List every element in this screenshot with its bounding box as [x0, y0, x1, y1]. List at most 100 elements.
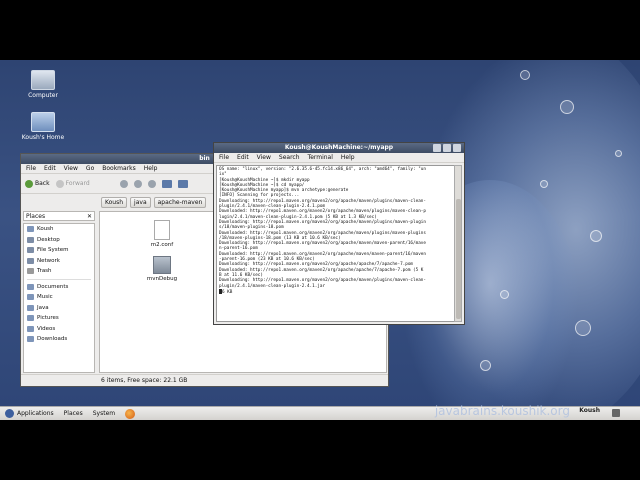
menu-view[interactable]: View: [257, 154, 271, 161]
file-item[interactable]: m2.conf: [142, 220, 182, 248]
sidebar-item-pictures[interactable]: Pictures: [24, 313, 94, 324]
close-icon[interactable]: ✕: [87, 213, 92, 220]
maximize-icon[interactable]: [443, 144, 451, 152]
home-icon[interactable]: [161, 179, 172, 188]
sidebar-item-file-system[interactable]: File System: [24, 245, 94, 256]
back-button[interactable]: Back: [25, 179, 50, 188]
window-controls: [433, 144, 461, 152]
firefox-launcher[interactable]: [120, 408, 140, 419]
breadcrumb-java[interactable]: java: [130, 196, 151, 208]
file-name: m2.conf: [150, 242, 174, 248]
sidebar-item-label: File System: [37, 247, 69, 254]
network-icon: [27, 257, 34, 264]
terminal-menubar: File Edit View Search Terminal Help: [214, 153, 464, 163]
sidebar-item-label: Java: [37, 304, 49, 311]
gnome-foot-icon: [5, 409, 14, 418]
folder-icon: [27, 283, 34, 290]
sidebar-item-desktop[interactable]: Desktop: [24, 235, 94, 246]
minimize-icon[interactable]: [433, 144, 441, 152]
status-bar: 6 items, Free space: 22.1 GB: [21, 374, 388, 386]
places-selector[interactable]: Places ✕: [23, 211, 95, 221]
menu-search[interactable]: Search: [279, 154, 300, 161]
home-folder-icon: [31, 112, 55, 132]
folder-icon: [27, 325, 34, 332]
forward-button[interactable]: Forward: [55, 179, 90, 188]
drive-icon: [27, 247, 34, 254]
sidebar-item-koush[interactable]: Koush: [24, 224, 94, 235]
volume-icon[interactable]: [612, 409, 620, 417]
menu-view[interactable]: View: [64, 165, 78, 172]
user-name[interactable]: Koush: [579, 407, 600, 414]
wallpaper-bubble: [560, 100, 574, 114]
folder-icon: [27, 336, 34, 343]
firefox-icon: [125, 408, 136, 419]
close-icon[interactable]: [453, 144, 461, 152]
desktop-icon-home[interactable]: Koush's Home: [18, 112, 68, 141]
wallpaper-bubble: [615, 150, 622, 157]
file-name: mvnDebug: [146, 276, 178, 282]
folder-icon: [27, 304, 34, 311]
terminal-line: Downloaded: http://repo1.maven.org/maven…: [219, 209, 426, 215]
sidebar-divider: [27, 278, 91, 280]
terminal-line: 6 KB: [219, 288, 452, 295]
window-title: Koush@KoushMachine:~/myapp: [284, 144, 394, 151]
sidebar-item-downloads[interactable]: Downloads: [24, 334, 94, 345]
back-arrow-icon: [25, 179, 33, 188]
terminal-window: Koush@KoushMachine:~/myapp File Edit Vie…: [213, 142, 465, 325]
menu-bookmarks[interactable]: Bookmarks: [102, 165, 136, 172]
terminal-line: OS name: "linux", version: "2.6.35.6-45.…: [219, 167, 426, 172]
stop-icon[interactable]: [133, 179, 142, 188]
up-icon[interactable]: [119, 179, 128, 188]
desktop-icon-computer[interactable]: Computer: [18, 70, 68, 99]
menu-edit[interactable]: Edit: [237, 154, 249, 161]
terminal-output[interactable]: OS name: "linux", version: "2.6.35.6-45.…: [216, 165, 455, 322]
sidebar-item-trash[interactable]: Trash: [24, 266, 94, 277]
places-menu-label: Places: [63, 410, 83, 417]
wallpaper-bubble: [500, 290, 509, 299]
wallpaper-bubble: [480, 360, 491, 371]
breadcrumb-koush[interactable]: Koush: [101, 196, 128, 208]
terminal-titlebar: Koush@KoushMachine:~/myapp: [214, 143, 464, 153]
sidebar-item-music[interactable]: Music: [24, 292, 94, 303]
desktop-icon: [27, 236, 34, 243]
wallpaper-bubble: [540, 180, 548, 188]
sidebar-item-label: Documents: [37, 283, 69, 290]
sidebar-item-label: Downloads: [37, 336, 68, 343]
file-item[interactable]: mvnDebug: [142, 256, 182, 282]
sidebar-item-documents[interactable]: Documents: [24, 282, 94, 293]
menu-help[interactable]: Help: [341, 154, 355, 161]
terminal-progress-text: 6 KB: [222, 289, 233, 295]
terminal-line: Downloading: http://repo1.maven.org/mave…: [219, 278, 426, 284]
menu-terminal[interactable]: Terminal: [308, 154, 333, 161]
menu-edit[interactable]: Edit: [44, 165, 56, 172]
sidebar-item-label: Desktop: [37, 236, 60, 243]
back-label: Back: [35, 180, 50, 187]
terminal-scrollbar[interactable]: [454, 165, 462, 322]
executable-icon: [153, 256, 171, 274]
places-menu[interactable]: Places: [59, 410, 88, 417]
folder-icon: [27, 294, 34, 301]
sidebar-item-label: Network: [37, 257, 60, 264]
trash-icon: [27, 268, 34, 275]
sidebar-item-videos[interactable]: Videos: [24, 324, 94, 335]
menu-go[interactable]: Go: [86, 165, 94, 172]
folder-icon: [27, 315, 34, 322]
reload-icon[interactable]: [147, 179, 156, 188]
computer-toolbar-icon[interactable]: [177, 179, 188, 188]
sidebar-item-label: Videos: [37, 325, 56, 332]
breadcrumb-apache-maven[interactable]: apache-maven: [153, 196, 207, 208]
sidebar-item-label: Koush: [37, 226, 54, 233]
text-file-icon: [154, 220, 170, 240]
places-label: Places: [26, 212, 46, 220]
menu-file[interactable]: File: [219, 154, 229, 161]
menu-file[interactable]: File: [26, 165, 36, 172]
desktop-icon-label: Computer: [28, 92, 58, 99]
sidebar-item-network[interactable]: Network: [24, 256, 94, 267]
sidebar-item-label: Pictures: [37, 315, 59, 322]
applications-menu[interactable]: Applications: [0, 409, 59, 418]
scrollbar-thumb[interactable]: [456, 199, 461, 319]
menu-help[interactable]: Help: [144, 165, 158, 172]
watermark: javabrains.koushik.org: [434, 404, 570, 418]
system-menu[interactable]: System: [88, 410, 120, 417]
sidebar-item-java[interactable]: Java: [24, 303, 94, 314]
